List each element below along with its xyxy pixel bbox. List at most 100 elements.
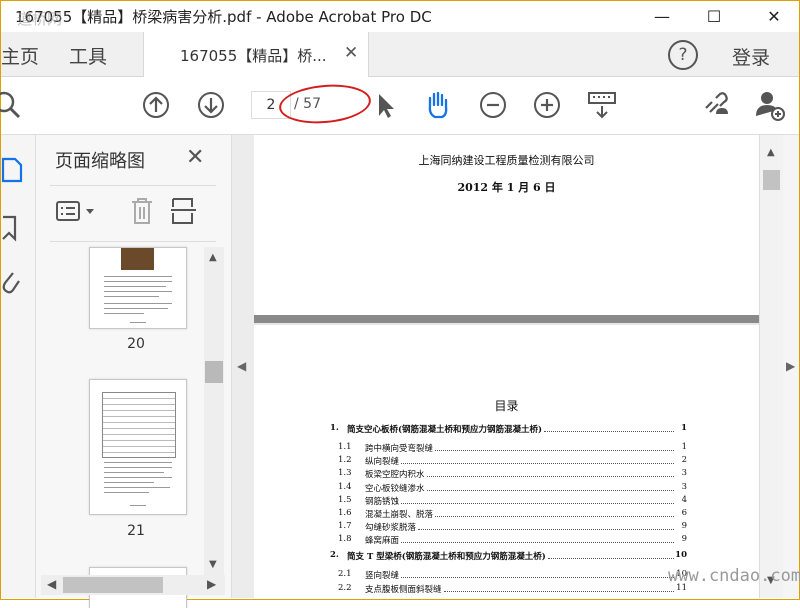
- maximize-button[interactable]: ☐: [691, 1, 737, 31]
- thumbnail-scroll-thumb[interactable]: [205, 361, 223, 383]
- doc-scroll-thumb[interactable]: [763, 170, 780, 190]
- main-toolbar: 2 / 57: [0, 77, 799, 135]
- panel-title: 页面缩略图: [55, 151, 145, 172]
- tab-bar: 主页 工具 167055【精品】桥... ✕ ? 登录: [1, 32, 799, 77]
- tab-tools[interactable]: 工具: [69, 42, 107, 69]
- zoom-in-icon[interactable]: [530, 88, 564, 122]
- toc-leader-dots: [435, 508, 674, 517]
- toc-leader-dots: [435, 442, 674, 451]
- delete-page-icon[interactable]: [128, 195, 156, 227]
- toc-entry-title: 勾缝砂浆脱落: [365, 523, 417, 534]
- hand-tool-icon[interactable]: [421, 88, 455, 122]
- toc-entry-number: 1.6: [338, 508, 352, 518]
- toc-leader-dots: [401, 534, 674, 544]
- thumbnail-page-21[interactable]: [89, 379, 187, 515]
- title-bar: 167055【精品】桥梁病害分析.pdf - Adobe Acrobat Pro…: [1, 1, 799, 32]
- bookmark-icon[interactable]: [1, 213, 25, 243]
- login-button[interactable]: 登录: [732, 43, 770, 70]
- toc-leader-dots: [548, 550, 674, 560]
- toc-entry[interactable]: 1.5 钢筋锈蚀 4: [254, 495, 759, 508]
- toc-entry-page: 9: [681, 534, 687, 545]
- toc-title: 目录: [494, 399, 519, 413]
- attachment-icon[interactable]: [1, 267, 25, 297]
- toc-entry[interactable]: 1.2 纵向裂缝 2: [254, 455, 759, 468]
- toc-entry-page: 6: [681, 508, 687, 518]
- close-tab-button[interactable]: ✕: [344, 43, 358, 63]
- pdf-page-1: 上海同纳建设工程质量检测有限公司 2012 年 1 月 6 日: [254, 135, 759, 315]
- options-menu-icon[interactable]: [54, 198, 98, 226]
- extract-pages-icon[interactable]: [170, 195, 200, 227]
- doc-scroll-up-icon[interactable]: ▲: [767, 147, 775, 158]
- window-title: 167055【精品】桥梁病害分析.pdf - Adobe Acrobat Pro…: [15, 8, 432, 26]
- close-window-button[interactable]: ✕: [751, 1, 797, 31]
- thumbnail-vertical-scrollbar[interactable]: ▲ ▼: [204, 247, 224, 577]
- keyboard-scroll-icon[interactable]: [585, 88, 619, 122]
- toc-entry[interactable]: 2. 简支 T 型梁桥(钢筋混凝土桥和预应力钢筋混凝土桥) 10: [254, 550, 759, 563]
- minimize-button[interactable]: —: [639, 1, 685, 31]
- thumbnail-page-20[interactable]: [89, 247, 187, 329]
- left-navigation-rail: [1, 135, 36, 598]
- toc-entry[interactable]: 1.3 板梁空腔内积水 3: [254, 468, 759, 481]
- toc-entry[interactable]: 1. 简支空心板桥(钢筋混凝土桥和预应力钢筋混凝土桥) 1: [254, 423, 759, 436]
- toc-entry[interactable]: 1.4 空心板铰缝渗水 3: [254, 482, 759, 495]
- scroll-right-arrow-icon[interactable]: ▶: [207, 577, 216, 591]
- toc-entry-number: 1.7: [338, 521, 352, 532]
- toc-leader-dots: [544, 423, 674, 432]
- toc-entry[interactable]: 1.7 勾缝砂浆脱落 9: [254, 521, 759, 534]
- tab-document[interactable]: 167055【精品】桥... ✕: [143, 32, 369, 77]
- scroll-down-arrow-icon[interactable]: ▼: [209, 559, 217, 570]
- tab-home[interactable]: 主页: [1, 42, 39, 69]
- toc-entry-title: 空心板铰缝渗水: [365, 483, 425, 494]
- toc-entry-number: 1.5: [338, 494, 352, 505]
- add-user-icon[interactable]: [753, 88, 787, 122]
- toc-entry-page: 2: [681, 455, 687, 466]
- thumbnail-photo: [121, 248, 154, 270]
- toc-entry[interactable]: 1.8 蜂窝麻面 9: [254, 534, 759, 547]
- toc-entry-number: 1.8: [338, 534, 352, 545]
- thumbnail-hscroll-thumb[interactable]: [63, 577, 163, 593]
- scroll-up-arrow-icon[interactable]: ▲: [209, 252, 217, 263]
- toc-entry[interactable]: 1.1 跨中横向受弯裂缝 1: [254, 442, 759, 455]
- toc-leader-dots: [427, 482, 674, 491]
- toc-entry-title: 混凝土崩裂、脱落: [365, 510, 434, 520]
- toc-entry-page: 3: [681, 481, 687, 492]
- toc-entry-page: 4: [681, 494, 687, 505]
- document-tab-label: 167055【精品】桥...: [180, 47, 327, 65]
- panel-close-button[interactable]: ✕: [186, 145, 204, 170]
- toc-entry-title: 简支空心板桥(钢筋混凝土桥和预应力钢筋混凝土桥): [347, 425, 543, 435]
- search-icon[interactable]: [0, 88, 25, 122]
- page-up-icon[interactable]: [139, 88, 173, 122]
- toc-entry-title: 板梁空腔内积水: [365, 470, 425, 481]
- scroll-left-arrow-icon[interactable]: ◀: [47, 577, 56, 591]
- thumbnail-page-number: 20: [127, 336, 145, 352]
- page-thumbnails-icon[interactable]: [1, 155, 25, 185]
- share-link-icon[interactable]: [698, 88, 732, 122]
- expand-right-pane-icon[interactable]: ▶: [786, 359, 795, 373]
- toc-entry-page: 10: [675, 550, 687, 561]
- pdf-page-2: 目录 1. 简支空心板桥(钢筋混凝土桥和预应力钢筋混凝土桥) 1 1.1 跨中横向受弯裂…: [254, 325, 759, 598]
- toc-entry-title: 钢筋锈蚀: [365, 496, 400, 507]
- select-cursor-icon[interactable]: [368, 88, 402, 122]
- toc-entry-number: 1.: [330, 423, 339, 433]
- toc-entry-page: 1: [681, 423, 687, 433]
- page-down-icon[interactable]: [194, 88, 228, 122]
- annotation-oval: [277, 81, 373, 127]
- report-date: 2012 年 1 月 6 日: [457, 181, 556, 194]
- zoom-out-icon[interactable]: [476, 88, 510, 122]
- help-button[interactable]: ?: [668, 40, 698, 70]
- collapse-panel-icon[interactable]: ◀: [237, 359, 246, 373]
- thumbnail-horizontal-scrollbar[interactable]: ◀ ▶: [41, 575, 225, 595]
- document-vertical-scrollbar[interactable]: ▲ ▼: [759, 135, 784, 598]
- page-separator: [254, 315, 759, 323]
- document-view[interactable]: 上海同纳建设工程质量检测有限公司 2012 年 1 月 6 日 目录 1. 简支空…: [254, 135, 759, 598]
- toc-entry-page: 9: [681, 521, 687, 532]
- toc-entry-page: 1: [681, 442, 687, 452]
- watermark-bottom-right: www.cndao.com: [668, 566, 800, 586]
- toc-entry-number: 1.3: [338, 468, 352, 479]
- company-name: 上海同纳建设工程质量检测有限公司: [418, 154, 595, 167]
- toc-entry-page: 3: [681, 468, 687, 479]
- toc-entry[interactable]: 1.6 混凝土崩裂、脱落 6: [254, 508, 759, 521]
- right-pane-strip[interactable]: ▶: [783, 135, 799, 598]
- panel-collapse-strip[interactable]: ◀: [232, 135, 254, 598]
- page-thumbnails-panel: 页面缩略图 ✕ 20 21: [36, 135, 232, 608]
